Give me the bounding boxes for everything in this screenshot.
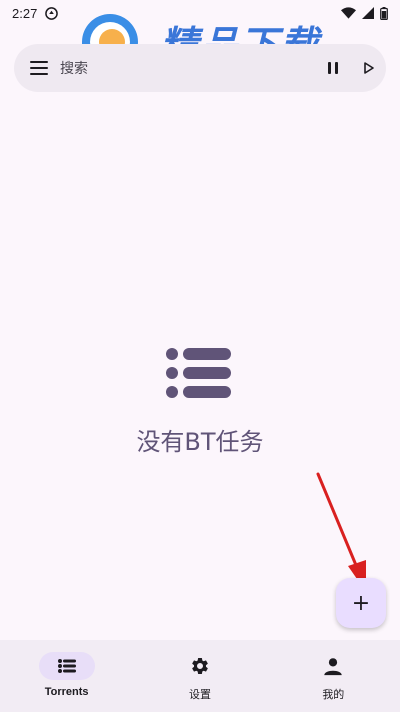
battery-icon bbox=[380, 6, 388, 20]
screen: 2:27 精品下载 www.j9p.com bbox=[0, 0, 400, 712]
nav-item-profile[interactable]: 我的 bbox=[267, 640, 400, 712]
play-icon[interactable] bbox=[364, 62, 374, 74]
search-bar[interactable]: 搜索 bbox=[14, 44, 386, 92]
nav-label-profile: 我的 bbox=[322, 688, 345, 701]
app-notification-icon bbox=[45, 6, 59, 20]
menu-icon[interactable] bbox=[30, 61, 48, 75]
add-torrent-button[interactable]: + bbox=[336, 578, 386, 628]
nav-item-settings[interactable]: 设置 bbox=[133, 640, 266, 712]
person-icon bbox=[324, 658, 343, 676]
wifi-icon bbox=[341, 7, 356, 19]
empty-state: 没有BT任务 bbox=[0, 340, 400, 457]
list-icon bbox=[57, 659, 76, 673]
pause-icon[interactable] bbox=[328, 62, 338, 74]
plus-icon: + bbox=[351, 590, 371, 616]
nav-item-torrents[interactable]: Torrents bbox=[0, 640, 133, 712]
bottom-navigation: Torrents 设置 我的 bbox=[0, 640, 400, 712]
gear-icon bbox=[192, 658, 208, 674]
nav-indicator bbox=[172, 652, 228, 680]
list-icon bbox=[166, 348, 231, 398]
nav-indicator bbox=[305, 652, 361, 680]
status-time: 2:27 bbox=[12, 5, 38, 21]
empty-state-message: 没有BT任务 bbox=[136, 428, 264, 456]
status-bar: 2:27 bbox=[0, 0, 400, 26]
search-actions bbox=[328, 62, 374, 74]
status-icons bbox=[341, 6, 388, 20]
search-input[interactable]: 搜索 bbox=[60, 58, 88, 78]
nav-label-torrents: Torrents bbox=[44, 686, 89, 698]
nav-indicator bbox=[38, 652, 95, 680]
nav-label-settings: 设置 bbox=[188, 688, 211, 701]
signal-icon bbox=[362, 7, 374, 19]
